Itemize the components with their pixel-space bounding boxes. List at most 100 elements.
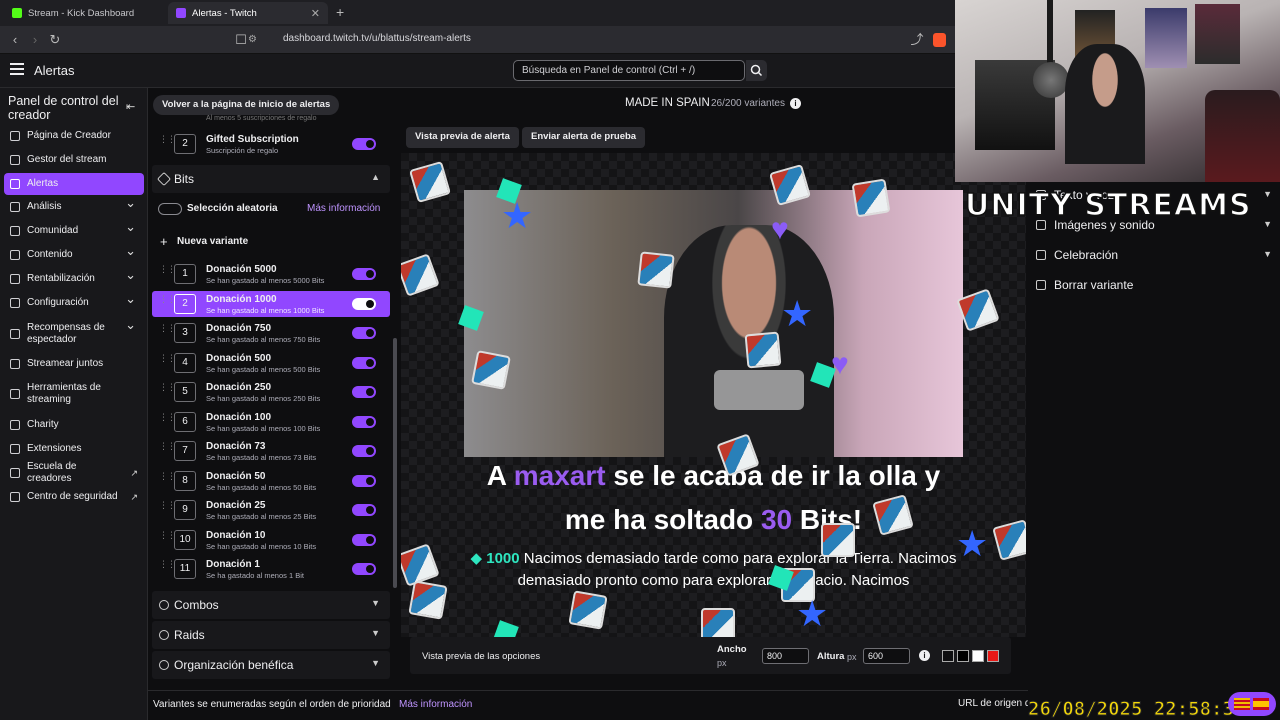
variant-row-bits-3[interactable]: ⋮⋮ 3 Donación 750 Se han gastado al menos 7… — [152, 320, 390, 346]
settings-item-celebration[interactable]: Celebración ▼ — [1036, 242, 1272, 270]
variant-desc: Se han gastado al menos 73 Bits — [206, 453, 317, 462]
sidebar-item-gestor-del-stream[interactable]: Gestor del stream — [4, 150, 144, 170]
new-tab-icon[interactable]: + — [336, 4, 344, 20]
sidebar-item-rentabilizacion[interactable]: Rentabilización ⌄ — [4, 267, 144, 289]
drag-handle-icon[interactable]: ⋮⋮ — [159, 412, 176, 427]
back-arrow-icon[interactable]: ‹ — [6, 31, 24, 49]
sidebar-item-escuela-de-creadores[interactable]: Escuela de creadores ↗ — [4, 461, 144, 484]
sidebar-item-alertas[interactable]: Alertas — [4, 173, 144, 195]
variant-row-bits-6[interactable]: ⋮⋮ 6 Donación 100 Se han gastado al menos 1… — [152, 409, 390, 435]
height-unit: px — [847, 652, 857, 662]
info-icon[interactable]: i — [790, 98, 801, 109]
drag-handle-icon[interactable]: ⋮⋮ — [159, 265, 176, 279]
random-selection-toggle[interactable] — [158, 203, 182, 215]
drag-handle-icon[interactable]: ⋮⋮ — [159, 530, 176, 545]
drag-handle-icon[interactable]: ⋮⋮ — [159, 353, 176, 368]
send-test-alert-button[interactable]: Enviar alerta de prueba — [522, 127, 646, 148]
variants-scrollbar[interactable] — [393, 338, 397, 588]
escuela-de-creadores-icon — [10, 468, 20, 478]
browser-tab-kick[interactable]: Stream - Kick Dashboard — [4, 2, 164, 24]
sidebar-item-analisis[interactable]: Análisis ⌄ — [4, 195, 144, 217]
sidebar-item-charity[interactable]: Charity — [4, 415, 144, 435]
drag-handle-icon[interactable]: ⋮⋮ — [159, 560, 176, 574]
forward-arrow-icon[interactable]: › — [26, 31, 44, 49]
sidebar-item-extensiones[interactable]: Extensiones — [4, 439, 144, 459]
variant-row-bits-7[interactable]: ⋮⋮ 7 Donación 73 Se han gastado al menos 73… — [152, 438, 390, 464]
collapse-sidebar-icon[interactable]: ⇤ — [126, 100, 135, 113]
variant-toggle[interactable] — [352, 268, 376, 280]
variant-toggle[interactable] — [352, 563, 376, 575]
variant-toggle[interactable] — [352, 474, 376, 487]
url-text[interactable]: dashboard.twitch.tv/u/blattus/stream-ale… — [283, 33, 471, 44]
brave-shield-icon[interactable] — [933, 33, 946, 47]
browser-tab-twitch[interactable]: Alertas - Twitch ✕ — [168, 2, 328, 24]
variant-row-bits-1[interactable]: ⋮⋮ 1 Donación 5000 Se han gastado al menos … — [152, 261, 390, 287]
search-button[interactable] — [746, 60, 767, 81]
section-organizacion-benefica[interactable]: Organización benéfica ▼ — [152, 651, 390, 679]
drag-handle-icon[interactable]: ⋮⋮ — [159, 294, 176, 309]
alert-preview-button[interactable]: Vista previa de alerta — [406, 127, 519, 148]
hamburger-menu-icon[interactable] — [10, 63, 24, 77]
background-swatch[interactable] — [972, 650, 984, 662]
background-swatch[interactable] — [957, 650, 969, 662]
variant-row-bits-10[interactable]: ⋮⋮ 10 Donación 10 Se han gastado al menos 1… — [152, 527, 390, 553]
drag-handle-icon[interactable]: ⋮⋮ — [159, 442, 176, 456]
new-variant-button[interactable]: Nueva variante — [177, 236, 248, 247]
sidebar-item-pagina-de-creador[interactable]: Página de Creador — [4, 126, 144, 146]
background-swatch[interactable] — [942, 650, 954, 662]
height-input[interactable]: 600 — [863, 648, 910, 664]
variant-row-bits-9[interactable]: ⋮⋮ 9 Donación 25 Se han gastado al menos 25… — [152, 497, 390, 523]
variant-row-bits-2[interactable]: ⋮⋮ 2 Donación 1000 Se han gastado al menos … — [152, 290, 390, 317]
sidebar-item-herramientas-de-streaming[interactable]: Herramientas de streaming — [4, 379, 144, 409]
variant-toggle[interactable] — [352, 386, 376, 398]
close-tab-icon[interactable]: ✕ — [311, 7, 320, 20]
sidebar-item-comunidad[interactable]: Comunidad ⌄ — [4, 219, 144, 241]
variant-row-bits-8[interactable]: ⋮⋮ 8 Donación 50 Se han gastado al menos 50… — [152, 468, 390, 494]
twitch-favicon-icon — [176, 8, 186, 18]
drag-handle-icon[interactable]: ⋮⋮ — [159, 135, 176, 149]
drag-handle-icon[interactable]: ⋮⋮ — [159, 501, 176, 515]
reload-icon[interactable]: ↻ — [46, 31, 64, 49]
search-input[interactable]: Búsqueda en Panel de control (Ctrl + /) — [513, 60, 745, 81]
site-info-icon[interactable]: ⚙ — [248, 34, 257, 45]
variant-toggle[interactable] — [352, 533, 376, 546]
variant-toggle[interactable] — [352, 138, 376, 150]
variant-row-bits-5[interactable]: ⋮⋮ 5 Donación 250 Se han gastado al menos 2… — [152, 379, 390, 405]
sidebar-item-streamear-juntos[interactable]: Streamear juntos — [4, 354, 144, 374]
options-info-icon[interactable]: i — [919, 650, 930, 661]
sidebar-item-recompensas-de-espectador[interactable]: Recompensas de espectador ⌄ — [4, 317, 144, 349]
variant-toggle[interactable] — [352, 504, 376, 516]
variant-row-bits-11[interactable]: ⋮⋮ 11 Donación 1 Se ha gastado al menos 1 B… — [152, 556, 390, 582]
section-bits[interactable]: Bits ▲ — [152, 165, 390, 193]
sidebar-item-label: Herramientas de streaming — [27, 382, 101, 405]
section-raids[interactable]: Raids ▼ — [152, 621, 390, 649]
contenido-icon — [10, 250, 20, 260]
sidebar-item-centro-de-seguridad[interactable]: Centro de seguridad ↗ — [4, 487, 144, 507]
variant-toggle[interactable] — [352, 297, 376, 310]
variant-toggle[interactable] — [352, 445, 376, 457]
variant-toggle[interactable] — [352, 327, 376, 339]
drag-handle-icon[interactable]: ⋮⋮ — [159, 383, 176, 397]
webcam-overlay — [955, 0, 1280, 182]
share-icon[interactable]: ⤴ — [908, 31, 926, 49]
section-combos[interactable]: Combos ▼ — [152, 591, 390, 619]
sidebar-item-contenido[interactable]: Contenido ⌄ — [4, 243, 144, 265]
width-input[interactable]: 800 — [762, 648, 809, 664]
variant-toggle[interactable] — [352, 356, 376, 369]
drag-handle-icon[interactable]: ⋮⋮ — [159, 324, 176, 338]
flag-badge — [1228, 692, 1276, 716]
bits-icon — [156, 171, 172, 187]
variant-row-bits-4[interactable]: ⋮⋮ 4 Donación 500 Se han gastado al menos 5… — [152, 350, 390, 376]
more-info-link[interactable]: Más información — [307, 203, 380, 214]
settings-item-delete-variant[interactable]: Borrar variante — [1036, 272, 1272, 300]
variant-name: Donación 50 — [206, 470, 266, 482]
variant-row-gifted-subscription[interactable]: ⋮⋮ 2 Gifted Subscription Suscripción de … — [152, 131, 390, 157]
settings-item-label: Borrar variante — [1054, 278, 1134, 292]
variant-toggle[interactable] — [352, 415, 376, 428]
background-swatch[interactable] — [987, 650, 999, 662]
variant-desc: Se han gastado al menos 500 Bits — [206, 364, 321, 374]
drag-handle-icon[interactable]: ⋮⋮ — [159, 471, 176, 486]
bottom-more-info-link[interactable]: Más información — [399, 699, 472, 710]
sidebar-item-configuracion[interactable]: Configuración ⌄ — [4, 291, 144, 313]
back-to-alerts-home-button[interactable]: Volver a la página de inicio de alertas — [153, 95, 340, 115]
